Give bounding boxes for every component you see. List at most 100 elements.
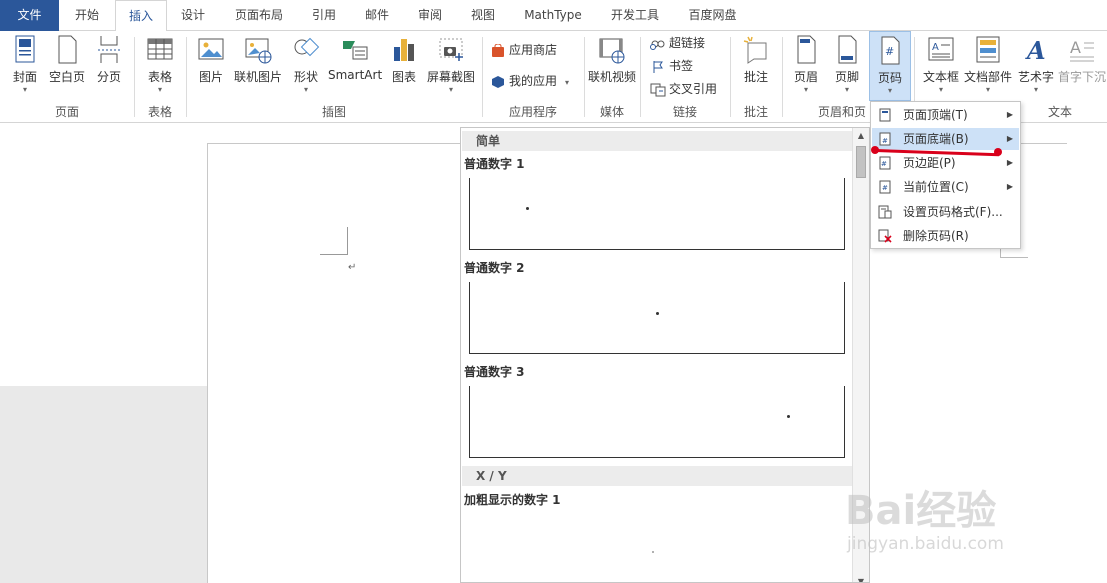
pictures-button[interactable]: 图片 [192, 31, 230, 101]
chevron-down-icon: ▾ [938, 85, 943, 94]
page-break-button[interactable]: 分页 [90, 31, 128, 101]
my-apps-button[interactable]: 我的应用 ▾ [490, 71, 569, 91]
table-button[interactable]: 表格 ▾ [140, 31, 180, 101]
store-label: 应用商店 [509, 43, 558, 57]
bookmark-button[interactable]: 书签 [650, 56, 693, 76]
header-button[interactable]: 页眉 ▾ [788, 31, 824, 101]
tab-layout[interactable]: 页面布局 [219, 0, 299, 31]
group-label-illustrations: 插图 [321, 105, 346, 119]
group-separator [782, 37, 783, 117]
menu-item-remove-page-numbers[interactable]: 删除页码(R) [872, 225, 1019, 247]
screenshot-button[interactable]: 屏幕截图 ▾ [424, 31, 478, 101]
document-background [0, 386, 208, 583]
text-box-button[interactable]: A 文本框 ▾ [920, 31, 962, 101]
online-video-label: 联机视频 [587, 70, 636, 84]
annotation-dot [994, 148, 1002, 156]
wordart-button[interactable]: A 艺术字 ▾ [1016, 31, 1056, 101]
tab-baidu-netdisk[interactable]: 百度网盘 [675, 0, 750, 31]
menu-item-label: 页面底端(B) [903, 132, 969, 146]
group-label-links: 链接 [672, 105, 697, 119]
page-number-dot [787, 415, 790, 418]
cross-reference-button[interactable]: 交叉引用 [650, 79, 717, 99]
group-label-text: 文本 [1047, 105, 1072, 119]
gallery-item-plain-number-3[interactable] [469, 386, 845, 458]
menu-item-label: 页边距(P) [903, 156, 956, 170]
hyperlink-button[interactable]: 超链接 [650, 33, 705, 53]
margin-corner-mark [320, 227, 348, 255]
chevron-down-icon: ▾ [1033, 85, 1038, 94]
quick-parts-button[interactable]: 文档部件 ▾ [962, 31, 1014, 101]
gallery-section-xy: X / Y [462, 466, 852, 486]
menu-item-format-page-numbers[interactable]: 设置页码格式(F)... [872, 201, 1019, 223]
scrollbar-thumb[interactable] [856, 146, 866, 178]
drop-cap-button[interactable]: A 首字下沉 [1058, 31, 1106, 101]
tab-view[interactable]: 视图 [455, 0, 511, 31]
online-pictures-button[interactable]: 联机图片 [232, 31, 284, 101]
chart-button[interactable]: 图表 [386, 31, 422, 101]
gallery-item-title: 普通数字 1 [464, 157, 525, 171]
svg-text:#: # [881, 160, 887, 168]
menu-item-label: 删除页码(R) [903, 229, 969, 243]
header-label: 页眉 [793, 70, 818, 84]
chevron-right-icon: ▶ [1006, 158, 1013, 167]
current-position-icon: # [879, 180, 891, 194]
hyperlink-icon [650, 40, 665, 50]
menu-item-current-position[interactable]: # 当前位置(C) ▶ [872, 176, 1019, 198]
paragraph-mark-icon: ↵ [348, 262, 357, 273]
quick-parts-icon [976, 36, 1000, 63]
shapes-button[interactable]: 形状 ▾ [286, 31, 326, 101]
page-number-menu: 页面顶端(T) ▶ # 页面底端(B) ▶ # 页边距(P) ▶ # 当前位置(C) ▶… [870, 101, 1021, 249]
header-icon [797, 35, 816, 64]
tab-references[interactable]: 引用 [299, 0, 349, 31]
svg-text:A: A [1025, 36, 1046, 65]
cover-page-button[interactable]: 封面 ▾ [6, 31, 44, 101]
smartart-label: SmartArt [328, 68, 383, 82]
gallery-item-title: 普通数字 3 [464, 365, 525, 379]
chevron-right-icon: ▶ [1006, 134, 1013, 143]
page-number-button[interactable]: # 页码 ▾ [869, 31, 911, 101]
store-button[interactable]: 应用商店 [490, 40, 557, 60]
page-number-gallery: 简单 普通数字 1 普通数字 2 普通数字 3 X / Y 加粗显示的数字 1 … [460, 127, 870, 583]
hyperlink-label: 超链接 [669, 36, 706, 50]
tab-developer[interactable]: 开发工具 [595, 0, 675, 31]
watermark-logo-text: Bai经验 [845, 488, 997, 534]
tab-file[interactable]: 文件 [0, 0, 59, 31]
footer-button[interactable]: 页脚 ▾ [828, 31, 866, 101]
tab-review[interactable]: 审阅 [405, 0, 455, 31]
gallery-item-plain-number-2[interactable] [469, 282, 845, 354]
tab-mailings[interactable]: 邮件 [349, 0, 405, 31]
group-label-tables: 表格 [147, 105, 172, 119]
page-number-dot [652, 551, 654, 553]
tab-mathtype[interactable]: MathType [511, 0, 595, 31]
comment-icon [743, 36, 767, 64]
chevron-down-icon: ▾ [303, 85, 308, 94]
tab-home[interactable]: 开始 [59, 0, 115, 31]
page-break-label: 分页 [96, 70, 121, 84]
footer-icon [838, 35, 857, 64]
svg-text:A: A [1070, 38, 1081, 57]
online-video-button[interactable]: 联机视频 [586, 31, 638, 101]
svg-text:#: # [885, 45, 894, 58]
tab-design[interactable]: 设计 [167, 0, 219, 31]
menu-item-top-of-page[interactable]: 页面顶端(T) ▶ [872, 104, 1019, 126]
cover-page-icon [15, 35, 35, 63]
page-number-dot [656, 312, 659, 315]
menu-item-bottom-of-page[interactable]: # 页面底端(B) ▶ [872, 128, 1019, 150]
group-label-apps: 应用程序 [508, 105, 557, 119]
menu-item-label: 当前位置(C) [903, 180, 969, 194]
blank-page-button[interactable]: 空白页 [46, 31, 88, 101]
tab-insert[interactable]: 插入 [115, 0, 167, 32]
wordart-label: 艺术字 [1017, 70, 1054, 84]
gallery-section-simple: 简单 [462, 131, 852, 151]
online-picture-icon [245, 38, 272, 64]
gallery-item-bold-number-1[interactable] [469, 514, 845, 582]
format-page-number-icon [878, 205, 892, 219]
scroll-up-icon[interactable]: ▲ [853, 128, 869, 144]
chevron-down-icon: ▾ [565, 78, 570, 87]
gallery-item-plain-number-1[interactable] [469, 178, 845, 250]
group-label-pages: 页面 [54, 105, 79, 119]
chevron-down-icon: ▾ [803, 85, 808, 94]
gallery-item-title: 普通数字 2 [464, 261, 525, 275]
smartart-button[interactable]: SmartArt [328, 31, 382, 101]
comment-button[interactable]: 批注 [736, 31, 776, 101]
